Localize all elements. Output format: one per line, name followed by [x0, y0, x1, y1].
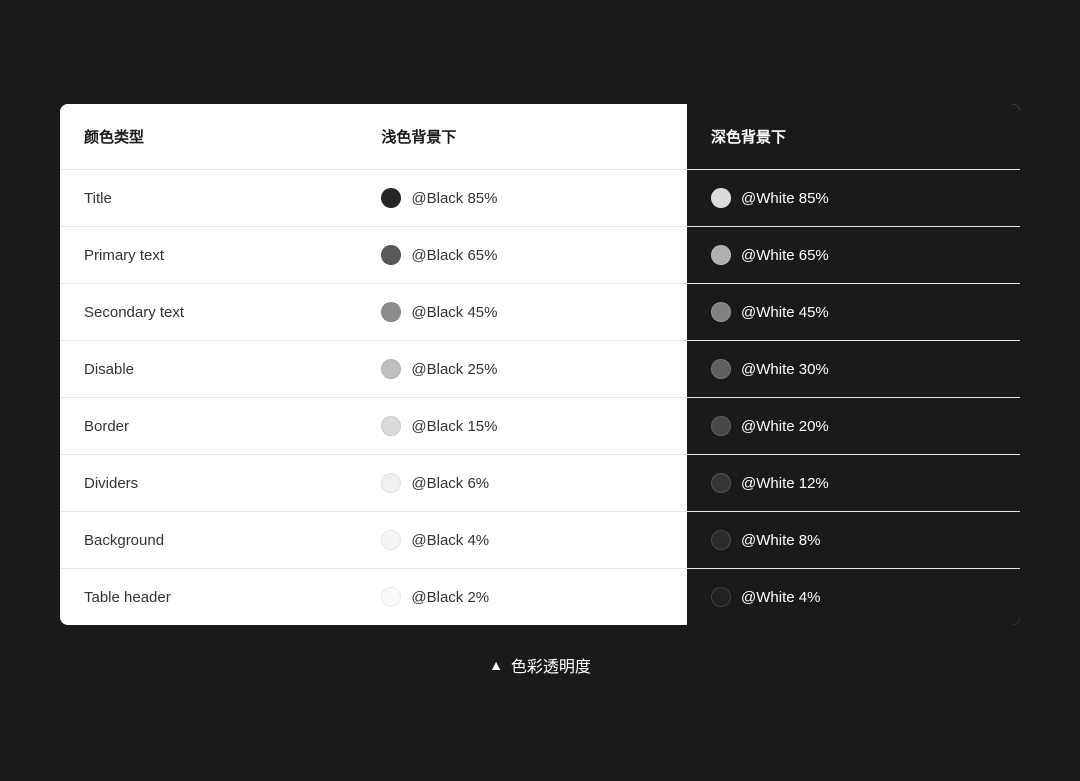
- dark-label: @White 4%: [741, 589, 820, 606]
- cell-light: @Black 85%: [357, 170, 687, 227]
- cell-dark: @White 12%: [687, 455, 1020, 512]
- dark-dot: [711, 416, 731, 436]
- header-dark: 深色背景下: [687, 104, 1020, 170]
- cell-dark: @White 4%: [687, 569, 1020, 626]
- light-dot: [381, 473, 401, 493]
- light-label: @Black 85%: [411, 190, 497, 207]
- cell-type: Title: [60, 170, 357, 227]
- cell-light: @Black 4%: [357, 512, 687, 569]
- light-dot: [381, 359, 401, 379]
- dark-dot: [711, 473, 731, 493]
- light-label: @Black 65%: [411, 247, 497, 264]
- light-dot: [381, 302, 401, 322]
- light-label: @Black 15%: [411, 418, 497, 435]
- cell-type: Border: [60, 398, 357, 455]
- color-table: 颜色类型 浅色背景下 深色背景下 Title @Black 85% @White 8…: [60, 104, 1020, 625]
- cell-dark: @White 65%: [687, 227, 1020, 284]
- cell-dark: @White 30%: [687, 341, 1020, 398]
- table-wrapper: 颜色类型 浅色背景下 深色背景下 Title @Black 85% @White 8…: [60, 104, 1020, 625]
- caption-text: 色彩透明度: [511, 653, 591, 677]
- header-light: 浅色背景下: [357, 104, 687, 170]
- cell-light: @Black 6%: [357, 455, 687, 512]
- dark-dot: [711, 530, 731, 550]
- cell-type: Dividers: [60, 455, 357, 512]
- light-dot: [381, 530, 401, 550]
- cell-dark: @White 85%: [687, 170, 1020, 227]
- header-type: 颜色类型: [60, 104, 357, 170]
- table-row: Table header @Black 2% @White 4%: [60, 569, 1020, 626]
- cell-light: @Black 25%: [357, 341, 687, 398]
- cell-dark: @White 8%: [687, 512, 1020, 569]
- dark-label: @White 8%: [741, 532, 820, 549]
- light-label: @Black 4%: [411, 532, 489, 549]
- cell-type: Background: [60, 512, 357, 569]
- table-row: Secondary text @Black 45% @White 45%: [60, 284, 1020, 341]
- table-row: Background @Black 4% @White 8%: [60, 512, 1020, 569]
- cell-type: Primary text: [60, 227, 357, 284]
- caption: ▲ 色彩透明度: [489, 653, 591, 677]
- light-dot: [381, 245, 401, 265]
- cell-dark: @White 20%: [687, 398, 1020, 455]
- light-label: @Black 45%: [411, 304, 497, 321]
- caption-triangle: ▲: [489, 657, 503, 673]
- dark-label: @White 85%: [741, 190, 829, 207]
- cell-type: Table header: [60, 569, 357, 626]
- table-row: Primary text @Black 65% @White 65%: [60, 227, 1020, 284]
- cell-light: @Black 2%: [357, 569, 687, 626]
- dark-dot: [711, 188, 731, 208]
- dark-dot: [711, 359, 731, 379]
- light-dot: [381, 587, 401, 607]
- dark-dot: [711, 587, 731, 607]
- light-dot: [381, 188, 401, 208]
- color-table-card: 颜色类型 浅色背景下 深色背景下 Title @Black 85% @White 8…: [60, 104, 1020, 625]
- dark-label: @White 20%: [741, 418, 829, 435]
- light-label: @Black 6%: [411, 475, 489, 492]
- cell-light: @Black 15%: [357, 398, 687, 455]
- dark-label: @White 12%: [741, 475, 829, 492]
- table-row: Disable @Black 25% @White 30%: [60, 341, 1020, 398]
- table-row: Border @Black 15% @White 20%: [60, 398, 1020, 455]
- dark-dot: [711, 245, 731, 265]
- cell-type: Disable: [60, 341, 357, 398]
- cell-dark: @White 45%: [687, 284, 1020, 341]
- cell-type: Secondary text: [60, 284, 357, 341]
- light-label: @Black 25%: [411, 361, 497, 378]
- dark-dot: [711, 302, 731, 322]
- dark-label: @White 30%: [741, 361, 829, 378]
- table-row: Title @Black 85% @White 85%: [60, 170, 1020, 227]
- light-label: @Black 2%: [411, 589, 489, 606]
- dark-label: @White 45%: [741, 304, 829, 321]
- light-dot: [381, 416, 401, 436]
- cell-light: @Black 45%: [357, 284, 687, 341]
- dark-label: @White 65%: [741, 247, 829, 264]
- cell-light: @Black 65%: [357, 227, 687, 284]
- table-row: Dividers @Black 6% @White 12%: [60, 455, 1020, 512]
